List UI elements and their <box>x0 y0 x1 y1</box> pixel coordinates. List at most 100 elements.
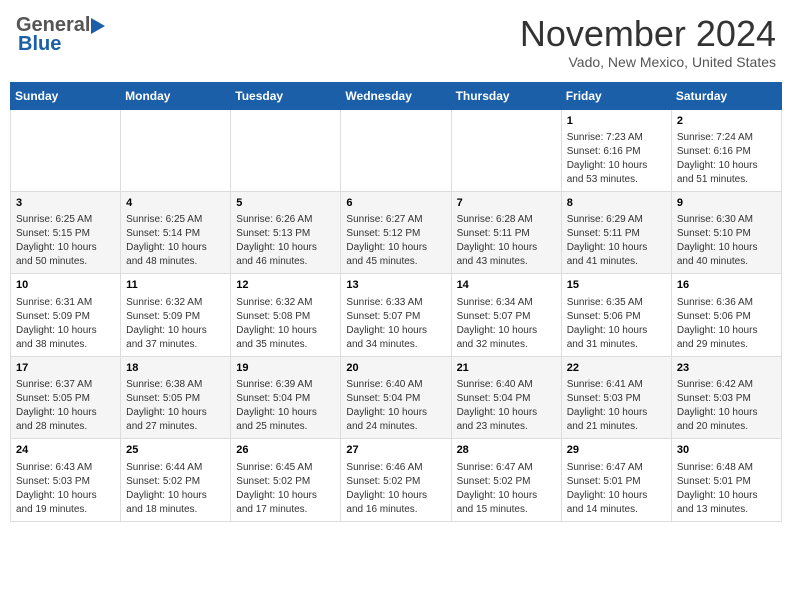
calendar-cell: 8 Sunrise: 6:29 AM Sunset: 5:11 PM Daylig… <box>561 191 671 273</box>
day-info: Sunrise: 6:25 AM Sunset: 5:14 PM Dayligh… <box>126 213 225 269</box>
day-header-friday: Friday <box>561 82 671 109</box>
day-info: Sunrise: 6:39 AM Sunset: 5:04 PM Dayligh… <box>236 378 335 434</box>
day-header-monday: Monday <box>121 82 231 109</box>
calendar-cell: 1 Sunrise: 7:23 AM Sunset: 6:16 PM Daylig… <box>561 109 671 191</box>
day-info: Sunrise: 6:37 AM Sunset: 5:05 PM Dayligh… <box>16 378 115 434</box>
calendar-cell <box>451 109 561 191</box>
day-info: Sunrise: 6:25 AM Sunset: 5:15 PM Dayligh… <box>16 213 115 269</box>
day-number: 21 <box>457 361 556 376</box>
day-info: Sunrise: 6:35 AM Sunset: 5:06 PM Dayligh… <box>567 296 666 352</box>
day-number: 17 <box>16 361 115 376</box>
day-info: Sunrise: 7:24 AM Sunset: 6:16 PM Dayligh… <box>677 131 776 187</box>
day-number: 23 <box>677 361 776 376</box>
location-text: Vado, New Mexico, United States <box>520 54 776 70</box>
day-number: 3 <box>16 196 115 211</box>
calendar-cell: 28Sunrise: 6:47 AM Sunset: 5:02 PM Dayli… <box>451 439 561 521</box>
calendar-cell: 24 Sunrise: 6:43 AM Sunset: 5:03 PM Dayli… <box>11 439 121 521</box>
title-area: November 2024 Vado, New Mexico, United S… <box>520 14 776 70</box>
calendar-cell: 19 Sunrise: 6:39 AM Sunset: 5:04 PM Dayli… <box>231 356 341 438</box>
calendar-cell <box>11 109 121 191</box>
day-info: Sunrise: 6:41 AM Sunset: 5:03 PM Dayligh… <box>567 378 666 434</box>
day-number: 18 <box>126 361 225 376</box>
calendar-week-1: 1 Sunrise: 7:23 AM Sunset: 6:16 PM Daylig… <box>11 109 782 191</box>
day-info: Sunrise: 7:23 AM Sunset: 6:16 PM Dayligh… <box>567 131 666 187</box>
calendar-week-5: 24 Sunrise: 6:43 AM Sunset: 5:03 PM Dayli… <box>11 439 782 521</box>
day-number: 22 <box>567 361 666 376</box>
day-number: 15 <box>567 278 666 293</box>
calendar-table: SundayMondayTuesdayWednesdayThursdayFrid… <box>10 82 782 522</box>
calendar-cell: 7 Sunrise: 6:28 AM Sunset: 5:11 PM Daylig… <box>451 191 561 273</box>
day-number: 2 <box>677 114 776 129</box>
day-header-tuesday: Tuesday <box>231 82 341 109</box>
day-number: 27 <box>346 443 445 458</box>
day-number: 13 <box>346 278 445 293</box>
day-info: Sunrise: 6:34 AM Sunset: 5:07 PM Dayligh… <box>457 296 556 352</box>
day-info: Sunrise: 6:47 AM Sunset: 5:01 PM Dayligh… <box>567 461 666 517</box>
day-number: 8 <box>567 196 666 211</box>
day-info: Sunrise: 6:46 AM Sunset: 5:02 PM Dayligh… <box>346 461 445 517</box>
day-info: Sunrise: 6:32 AM Sunset: 5:09 PM Dayligh… <box>126 296 225 352</box>
day-info: Sunrise: 6:26 AM Sunset: 5:13 PM Dayligh… <box>236 213 335 269</box>
calendar-cell <box>231 109 341 191</box>
calendar-cell: 6Sunrise: 6:27 AM Sunset: 5:12 PM Daylig… <box>341 191 451 273</box>
day-info: Sunrise: 6:30 AM Sunset: 5:10 PM Dayligh… <box>677 213 776 269</box>
day-info: Sunrise: 6:27 AM Sunset: 5:12 PM Dayligh… <box>346 213 445 269</box>
day-info: Sunrise: 6:43 AM Sunset: 5:03 PM Dayligh… <box>16 461 115 517</box>
calendar-cell: 11Sunrise: 6:32 AM Sunset: 5:09 PM Dayli… <box>121 274 231 356</box>
logo-arrow-icon <box>91 18 113 34</box>
logo-blue-text: Blue <box>18 33 61 56</box>
calendar-cell: 25 Sunrise: 6:44 AM Sunset: 5:02 PM Dayli… <box>121 439 231 521</box>
day-info: Sunrise: 6:45 AM Sunset: 5:02 PM Dayligh… <box>236 461 335 517</box>
day-info: Sunrise: 6:28 AM Sunset: 5:11 PM Dayligh… <box>457 213 556 269</box>
day-info: Sunrise: 6:29 AM Sunset: 5:11 PM Dayligh… <box>567 213 666 269</box>
day-number: 4 <box>126 196 225 211</box>
calendar-week-2: 3 Sunrise: 6:25 AM Sunset: 5:15 PM Daylig… <box>11 191 782 273</box>
calendar-cell: 21 Sunrise: 6:40 AM Sunset: 5:04 PM Dayli… <box>451 356 561 438</box>
calendar-cell: 13 Sunrise: 6:33 AM Sunset: 5:07 PM Dayli… <box>341 274 451 356</box>
day-info: Sunrise: 6:32 AM Sunset: 5:08 PM Dayligh… <box>236 296 335 352</box>
calendar-cell: 26 Sunrise: 6:45 AM Sunset: 5:02 PM Dayli… <box>231 439 341 521</box>
day-number: 24 <box>16 443 115 458</box>
day-number: 1 <box>567 114 666 129</box>
day-number: 7 <box>457 196 556 211</box>
day-info: Sunrise: 6:38 AM Sunset: 5:05 PM Dayligh… <box>126 378 225 434</box>
calendar-cell: 15 Sunrise: 6:35 AM Sunset: 5:06 PM Dayli… <box>561 274 671 356</box>
calendar-cell: 27 Sunrise: 6:46 AM Sunset: 5:02 PM Dayli… <box>341 439 451 521</box>
day-number: 19 <box>236 361 335 376</box>
calendar-cell: 17 Sunrise: 6:37 AM Sunset: 5:05 PM Dayli… <box>11 356 121 438</box>
calendar-cell: 29 Sunrise: 6:47 AM Sunset: 5:01 PM Dayli… <box>561 439 671 521</box>
calendar-week-4: 17 Sunrise: 6:37 AM Sunset: 5:05 PM Dayli… <box>11 356 782 438</box>
day-header-wednesday: Wednesday <box>341 82 451 109</box>
day-number: 14 <box>457 278 556 293</box>
day-number: 29 <box>567 443 666 458</box>
calendar-cell: 5 Sunrise: 6:26 AM Sunset: 5:13 PM Daylig… <box>231 191 341 273</box>
day-number: 28 <box>457 443 556 458</box>
calendar-cell: 22 Sunrise: 6:41 AM Sunset: 5:03 PM Dayli… <box>561 356 671 438</box>
day-header-sunday: Sunday <box>11 82 121 109</box>
calendar-cell: 14 Sunrise: 6:34 AM Sunset: 5:07 PM Dayli… <box>451 274 561 356</box>
month-title: November 2024 <box>520 14 776 54</box>
day-info: Sunrise: 6:42 AM Sunset: 5:03 PM Dayligh… <box>677 378 776 434</box>
calendar-cell: 3 Sunrise: 6:25 AM Sunset: 5:15 PM Daylig… <box>11 191 121 273</box>
calendar-cell: 30Sunrise: 6:48 AM Sunset: 5:01 PM Dayli… <box>671 439 781 521</box>
day-info: Sunrise: 6:40 AM Sunset: 5:04 PM Dayligh… <box>457 378 556 434</box>
calendar-week-3: 10Sunrise: 6:31 AM Sunset: 5:09 PM Dayli… <box>11 274 782 356</box>
day-number: 16 <box>677 278 776 293</box>
day-info: Sunrise: 6:31 AM Sunset: 5:09 PM Dayligh… <box>16 296 115 352</box>
calendar-cell: 16 Sunrise: 6:36 AM Sunset: 5:06 PM Dayli… <box>671 274 781 356</box>
day-number: 26 <box>236 443 335 458</box>
calendar-cell: 10Sunrise: 6:31 AM Sunset: 5:09 PM Dayli… <box>11 274 121 356</box>
calendar-cell: 4 Sunrise: 6:25 AM Sunset: 5:14 PM Daylig… <box>121 191 231 273</box>
page-header: General Blue November 2024 Vado, New Mex… <box>10 10 782 74</box>
calendar-cell: 12Sunrise: 6:32 AM Sunset: 5:08 PM Dayli… <box>231 274 341 356</box>
day-header-thursday: Thursday <box>451 82 561 109</box>
day-number: 5 <box>236 196 335 211</box>
calendar-cell: 2 Sunrise: 7:24 AM Sunset: 6:16 PM Daylig… <box>671 109 781 191</box>
day-info: Sunrise: 6:44 AM Sunset: 5:02 PM Dayligh… <box>126 461 225 517</box>
day-number: 25 <box>126 443 225 458</box>
day-info: Sunrise: 6:36 AM Sunset: 5:06 PM Dayligh… <box>677 296 776 352</box>
day-info: Sunrise: 6:40 AM Sunset: 5:04 PM Dayligh… <box>346 378 445 434</box>
day-info: Sunrise: 6:33 AM Sunset: 5:07 PM Dayligh… <box>346 296 445 352</box>
days-of-week-row: SundayMondayTuesdayWednesdayThursdayFrid… <box>11 82 782 109</box>
calendar-cell: 23 Sunrise: 6:42 AM Sunset: 5:03 PM Dayli… <box>671 356 781 438</box>
